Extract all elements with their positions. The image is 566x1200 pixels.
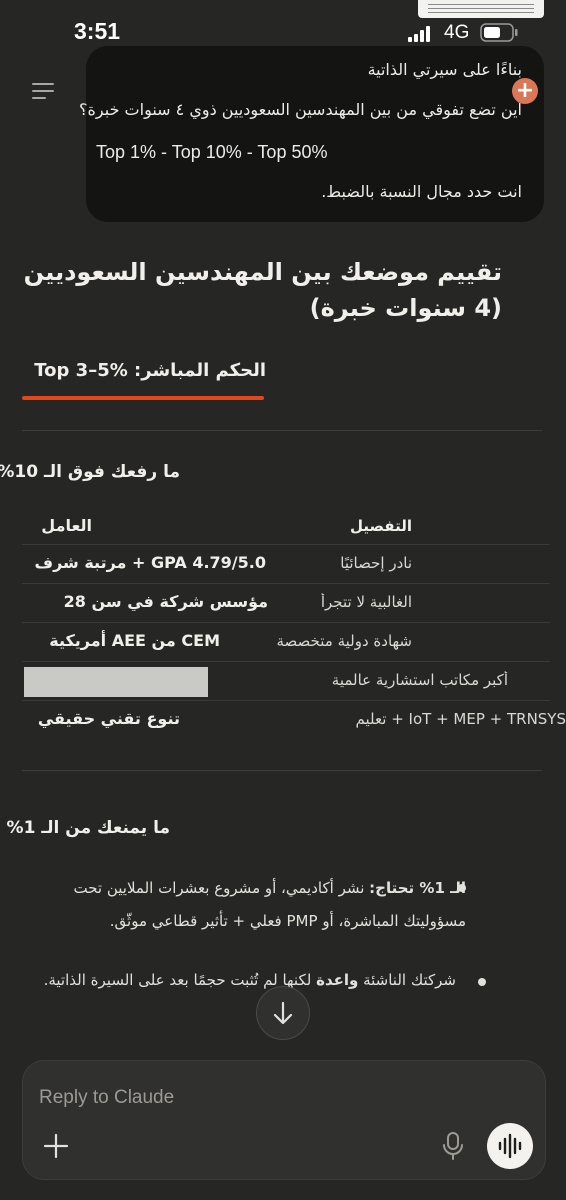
verdict-text: الحكم المباشر: Top 3–5% xyxy=(34,360,266,381)
factors-table: العامل التفصيل GPA 4.79/5.0 + مرتبة شرف … xyxy=(22,508,566,739)
bullet-item: شركتك الناشئة واعدة لكنها لم تُثبت حجمًا… xyxy=(16,964,456,997)
scroll-to-bottom-button[interactable] xyxy=(256,986,310,1040)
reply-input[interactable]: Reply to Claude xyxy=(39,1087,174,1109)
add-attachment-icon[interactable] xyxy=(41,1131,71,1161)
expand-message-plus-icon[interactable]: + xyxy=(512,78,538,104)
column-header-detail: التفصيل xyxy=(350,517,412,535)
status-time: 3:51 xyxy=(74,18,121,44)
verdict-underline xyxy=(22,396,264,400)
network-label: 4G xyxy=(444,22,470,43)
user-message-line: أين تضع تفوقي من بين المهندسين السعوديين… xyxy=(79,100,522,119)
section-heading-above-10: ما رفعك فوق الـ 10% xyxy=(0,462,180,482)
divider xyxy=(22,430,542,431)
waveform-icon xyxy=(498,1133,522,1159)
detail-cell: أكبر مكاتب استشارية عالمية xyxy=(331,671,508,689)
response-title: تقييم موضعك بين المهندسين السعوديين (4 س… xyxy=(23,258,502,322)
arrow-down-icon xyxy=(273,1001,293,1025)
table-row: CEM من AEE أمريكية شهادة دولية متخصصة xyxy=(22,623,550,662)
table-row: تنوع تقني حقيقي IoT + MEP + TRNSYS + تعل… xyxy=(22,701,566,739)
screenshot-thumbnail xyxy=(418,0,544,18)
bullet-text: شركتك الناشئة xyxy=(358,971,456,989)
reply-composer[interactable]: Reply to Claude xyxy=(22,1060,546,1180)
table-header-row: العامل التفصيل xyxy=(22,508,550,545)
section-heading-top-1: ما يمنعك من الـ 1% xyxy=(6,818,170,838)
divider xyxy=(22,770,542,771)
bullet-item: الـ 1% تحتاج: نشر أكاديمي، أو مشروع بعشر… xyxy=(26,872,466,938)
redacted-block xyxy=(24,667,208,697)
detail-cell: شهادة دولية متخصصة xyxy=(276,632,413,650)
detail-cell: IoT + MEP + TRNSYS + تعليم xyxy=(355,710,566,728)
bottom-strip xyxy=(0,1180,566,1200)
menu-icon[interactable] xyxy=(30,80,56,102)
factor-cell: تنوع تقني حقيقي xyxy=(37,709,180,728)
column-header-factor: العامل xyxy=(41,516,92,535)
bullet-bold-text: واعدة xyxy=(316,971,359,989)
user-message-line: Top 1% - Top 10% - Top 50% xyxy=(96,142,328,162)
detail-cell: نادر إحصائيًا xyxy=(340,554,412,572)
table-row: مؤسس شركة في سن 28 الغالبية لا تتجرأ xyxy=(22,584,550,623)
user-message-line: بناءًا على سيرتي الذاتية xyxy=(367,60,522,79)
bullet-dot xyxy=(478,978,486,986)
signal-icon xyxy=(408,26,430,42)
voice-mode-button[interactable] xyxy=(487,1123,533,1169)
battery-icon xyxy=(480,23,518,42)
table-row: GPA 4.79/5.0 + مرتبة شرف نادر إحصائيًا xyxy=(22,545,550,584)
table-row: أكبر مكاتب استشارية عالمية xyxy=(22,662,550,701)
detail-cell: الغالبية لا تتجرأ xyxy=(320,593,412,611)
user-message-bubble[interactable]: بناءًا على سيرتي الذاتية أين تضع تفوقي م… xyxy=(79,46,544,222)
microphone-icon[interactable] xyxy=(439,1131,467,1161)
user-message-line: انت حدد مجال النسبة بالضبط. xyxy=(321,182,522,201)
bullet-bold-text: الـ 1% تحتاج: xyxy=(369,879,466,897)
